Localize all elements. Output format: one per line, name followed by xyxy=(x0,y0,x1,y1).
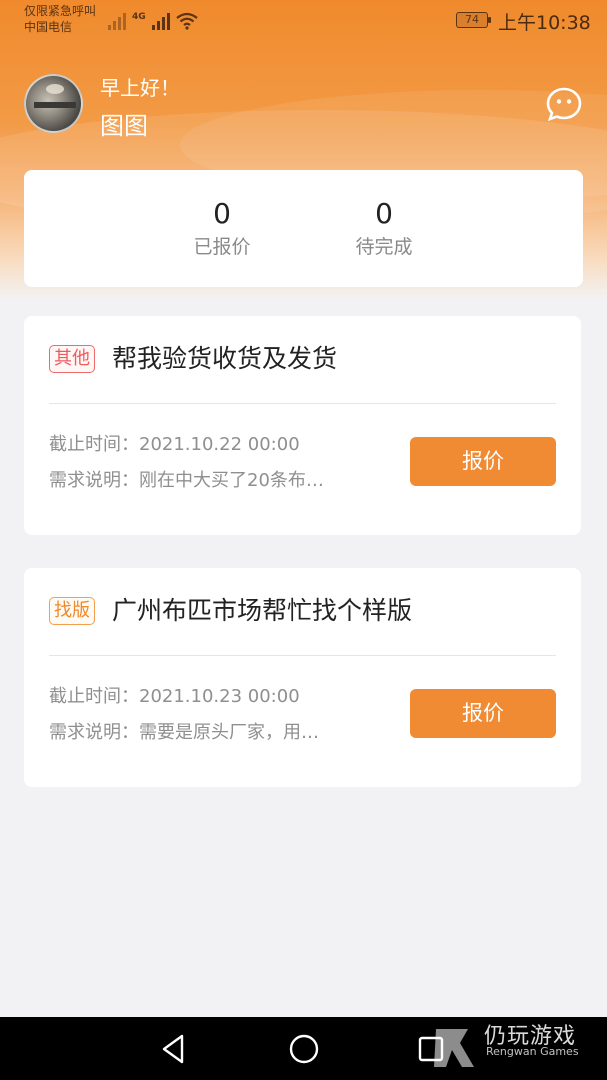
quote-button[interactable]: 报价 xyxy=(410,689,556,738)
stat-pending[interactable]: 0 待完成 xyxy=(324,196,444,262)
carrier-line-2: 中国电信 xyxy=(24,20,73,34)
task-card[interactable]: 其他 帮我验货收货及发货 截止时间：2021.10.22 00:00 需求说明：… xyxy=(24,316,581,535)
signal-bars-icon xyxy=(151,12,170,30)
divider xyxy=(49,403,556,404)
stat-label: 待完成 xyxy=(355,236,413,258)
back-triangle-icon[interactable] xyxy=(156,1031,192,1067)
signal-bars-icon xyxy=(108,12,126,30)
watermark-subtitle: Rengwan Games xyxy=(486,1045,579,1058)
quote-button[interactable]: 报价 xyxy=(410,437,556,486)
battery-icon: 74 xyxy=(456,12,491,28)
username: 图图 xyxy=(100,112,148,140)
greeting-text: 早上好！ xyxy=(100,76,180,100)
stat-value: 0 xyxy=(213,197,231,230)
carrier-line-1: 仅限紧急呼叫 xyxy=(24,4,97,18)
clock: 上午10:38 xyxy=(498,12,591,34)
signal-indicators: 4G xyxy=(108,8,198,30)
task-description: 需求说明：需要是原头厂家，用… xyxy=(49,722,319,743)
wifi-icon xyxy=(175,12,198,30)
task-title: 广州布匹市场帮忙找个样版 xyxy=(112,596,413,625)
stats-card: 0 已报价 0 待完成 xyxy=(24,170,583,287)
carrier-info: 仅限紧急呼叫 中国电信 xyxy=(24,3,96,35)
network-type: 4G xyxy=(132,12,146,22)
avatar[interactable] xyxy=(24,74,83,133)
divider xyxy=(49,655,556,656)
chat-bubble-icon[interactable] xyxy=(546,87,582,121)
home-circle-icon[interactable] xyxy=(286,1031,322,1067)
task-tag: 找版 xyxy=(49,597,95,625)
task-card[interactable]: 找版 广州布匹市场帮忙找个样版 截止时间：2021.10.23 00:00 需求… xyxy=(24,568,581,787)
status-bar: 仅限紧急呼叫 中国电信 4G 74 上午10:38 xyxy=(0,0,607,40)
task-deadline: 截止时间：2021.10.23 00:00 xyxy=(49,686,300,707)
stat-value: 0 xyxy=(375,197,393,230)
task-title: 帮我验货收货及发货 xyxy=(112,344,338,373)
stat-quoted[interactable]: 0 已报价 xyxy=(162,196,282,262)
task-description: 需求说明：刚在中大买了20条布… xyxy=(49,470,324,491)
task-deadline: 截止时间：2021.10.22 00:00 xyxy=(49,434,300,455)
stat-label: 已报价 xyxy=(193,236,251,258)
task-tag: 其他 xyxy=(49,345,95,373)
